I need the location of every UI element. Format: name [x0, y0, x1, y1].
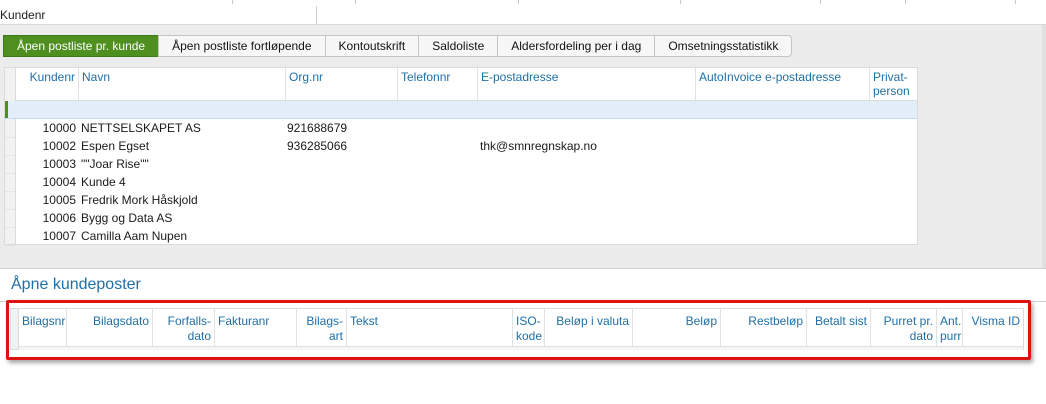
cell-kundenr: 10000	[42, 121, 76, 135]
table-row[interactable]: 10004 Kunde 4	[16, 173, 916, 191]
column-header-kundenr[interactable]: Kundenr	[16, 68, 79, 100]
column-header-betalt-sist[interactable]: Betalt sist	[807, 309, 871, 349]
divider	[355, 0, 356, 4]
tab-apen-postliste-fortlopende[interactable]: Åpen postliste fortløpende	[158, 35, 326, 57]
column-header-bilagsnr[interactable]: Bilagsnr	[19, 309, 67, 349]
tab-saldoliste[interactable]: Saldoliste	[418, 35, 499, 57]
cell-orgnr: 936285066	[287, 139, 348, 153]
column-header-belop-i-valuta[interactable]: Beløp i valuta	[545, 309, 633, 349]
row-selector[interactable]	[5, 119, 15, 138]
cell-kundenr: 10004	[42, 175, 76, 189]
table-row[interactable]: 10000 NETTSELSKAPET AS 921688679	[16, 119, 916, 137]
row-selector[interactable]	[5, 191, 15, 210]
cell-kundenr: 10005	[42, 193, 76, 207]
column-header-purret-pr-dato[interactable]: Purret pr. dato	[871, 309, 937, 349]
column-header-navn[interactable]: Navn	[79, 68, 286, 100]
row-selector-column[interactable]	[11, 309, 19, 349]
cell-epost: thk@smnregnskap.no	[480, 139, 597, 153]
row-selector[interactable]	[5, 227, 15, 246]
column-header-ant-purr[interactable]: Ant. purr	[937, 309, 963, 349]
row-selector[interactable]	[5, 173, 15, 192]
divider	[820, 0, 821, 4]
active-row-marker	[5, 101, 8, 118]
column-header-tekst[interactable]: Tekst	[347, 309, 513, 349]
column-header-epostadresse[interactable]: E-postadresse	[478, 68, 696, 100]
cell-navn: ""Joar Rise""	[81, 157, 149, 171]
open-items-grid: Bilagsnr Bilagsdato Forfalls- dato Faktu…	[10, 308, 1024, 350]
cell-navn: Bygg og Data AS	[81, 211, 173, 225]
table-row[interactable]: 10006 Bygg og Data AS	[16, 209, 916, 227]
filter-row: Kundenr	[0, 6, 1046, 25]
customer-grid: Kundenr Navn Org.nr Telefonnr E-postadre…	[4, 67, 918, 246]
column-header-belop[interactable]: Beløp	[633, 309, 721, 349]
cell-navn: Fredrik Mork Håskjold	[81, 193, 198, 207]
column-header-orgnr[interactable]: Org.nr	[286, 68, 398, 100]
vertical-scrollbar[interactable]	[1042, 25, 1046, 268]
divider	[316, 6, 317, 24]
report-tabs: Åpen postliste pr. kunde Åpen postliste …	[3, 35, 793, 57]
cell-navn: NETTSELSKAPET AS	[81, 121, 201, 135]
customer-grid-header: Kundenr Navn Org.nr Telefonnr E-postadre…	[16, 68, 917, 101]
column-header-autoinvoice-epost[interactable]: AutoInvoice e-postadresse	[696, 68, 870, 100]
column-header-telefonnr[interactable]: Telefonnr	[398, 68, 478, 100]
cell-kundenr: 10007	[42, 229, 76, 243]
column-header-bilagsart[interactable]: Bilags- art	[297, 309, 347, 349]
row-selector[interactable]	[5, 155, 15, 174]
column-header-restbelop[interactable]: Restbeløp	[721, 309, 807, 349]
new-row[interactable]	[5, 101, 917, 119]
column-header-iso-kode[interactable]: ISO- kode	[513, 309, 545, 349]
tab-omsetningsstatistikk[interactable]: Omsetningsstatistikk	[654, 35, 793, 57]
row-selector[interactable]	[5, 209, 15, 228]
cell-navn: Espen Egset	[81, 139, 150, 153]
column-header-fakturanr[interactable]: Fakturanr	[215, 309, 297, 349]
cell-kundenr: 10003	[42, 157, 76, 171]
divider	[680, 0, 681, 4]
tab-apen-postliste-pr-kunde[interactable]: Åpen postliste pr. kunde	[3, 35, 160, 57]
divider	[232, 0, 233, 4]
divider	[905, 0, 906, 4]
kundenr-filter-label: Kundenr	[0, 8, 46, 22]
cell-navn: Camilla Aam Nupen	[81, 229, 188, 243]
divider	[0, 301, 1046, 302]
table-row[interactable]: 10003 ""Joar Rise""	[16, 155, 916, 173]
cell-navn: Kunde 4	[81, 175, 126, 189]
row-selector[interactable]	[5, 137, 15, 156]
table-row[interactable]: 10005 Fredrik Mork Håskjold	[16, 191, 916, 209]
cell-orgnr: 921688679	[287, 121, 348, 135]
tab-kontoutskrift[interactable]: Kontoutskrift	[324, 35, 420, 57]
column-header-forfallsdato[interactable]: Forfalls- dato	[153, 309, 215, 349]
divider	[1015, 0, 1016, 4]
column-header-visma-id[interactable]: Visma ID	[963, 309, 1023, 349]
column-header-privatperson[interactable]: Privat- person	[870, 68, 916, 100]
cell-kundenr: 10002	[42, 139, 76, 153]
divider	[518, 0, 519, 4]
section-title-apne-kundeposter: Åpne kundeposter	[11, 276, 141, 293]
tab-aldersfordeling[interactable]: Aldersfordeling per i dag	[497, 35, 656, 57]
table-row[interactable]: 10007 Camilla Aam Nupen	[16, 227, 916, 245]
table-row[interactable]: 10002 Espen Egset 936285066 thk@smnregns…	[16, 137, 916, 155]
report-panel: Åpen postliste pr. kunde Åpen postliste …	[0, 25, 1046, 269]
column-header-bilagsdato[interactable]: Bilagsdato	[67, 309, 153, 349]
cell-kundenr: 10006	[42, 211, 76, 225]
open-items-footer	[19, 346, 1023, 350]
